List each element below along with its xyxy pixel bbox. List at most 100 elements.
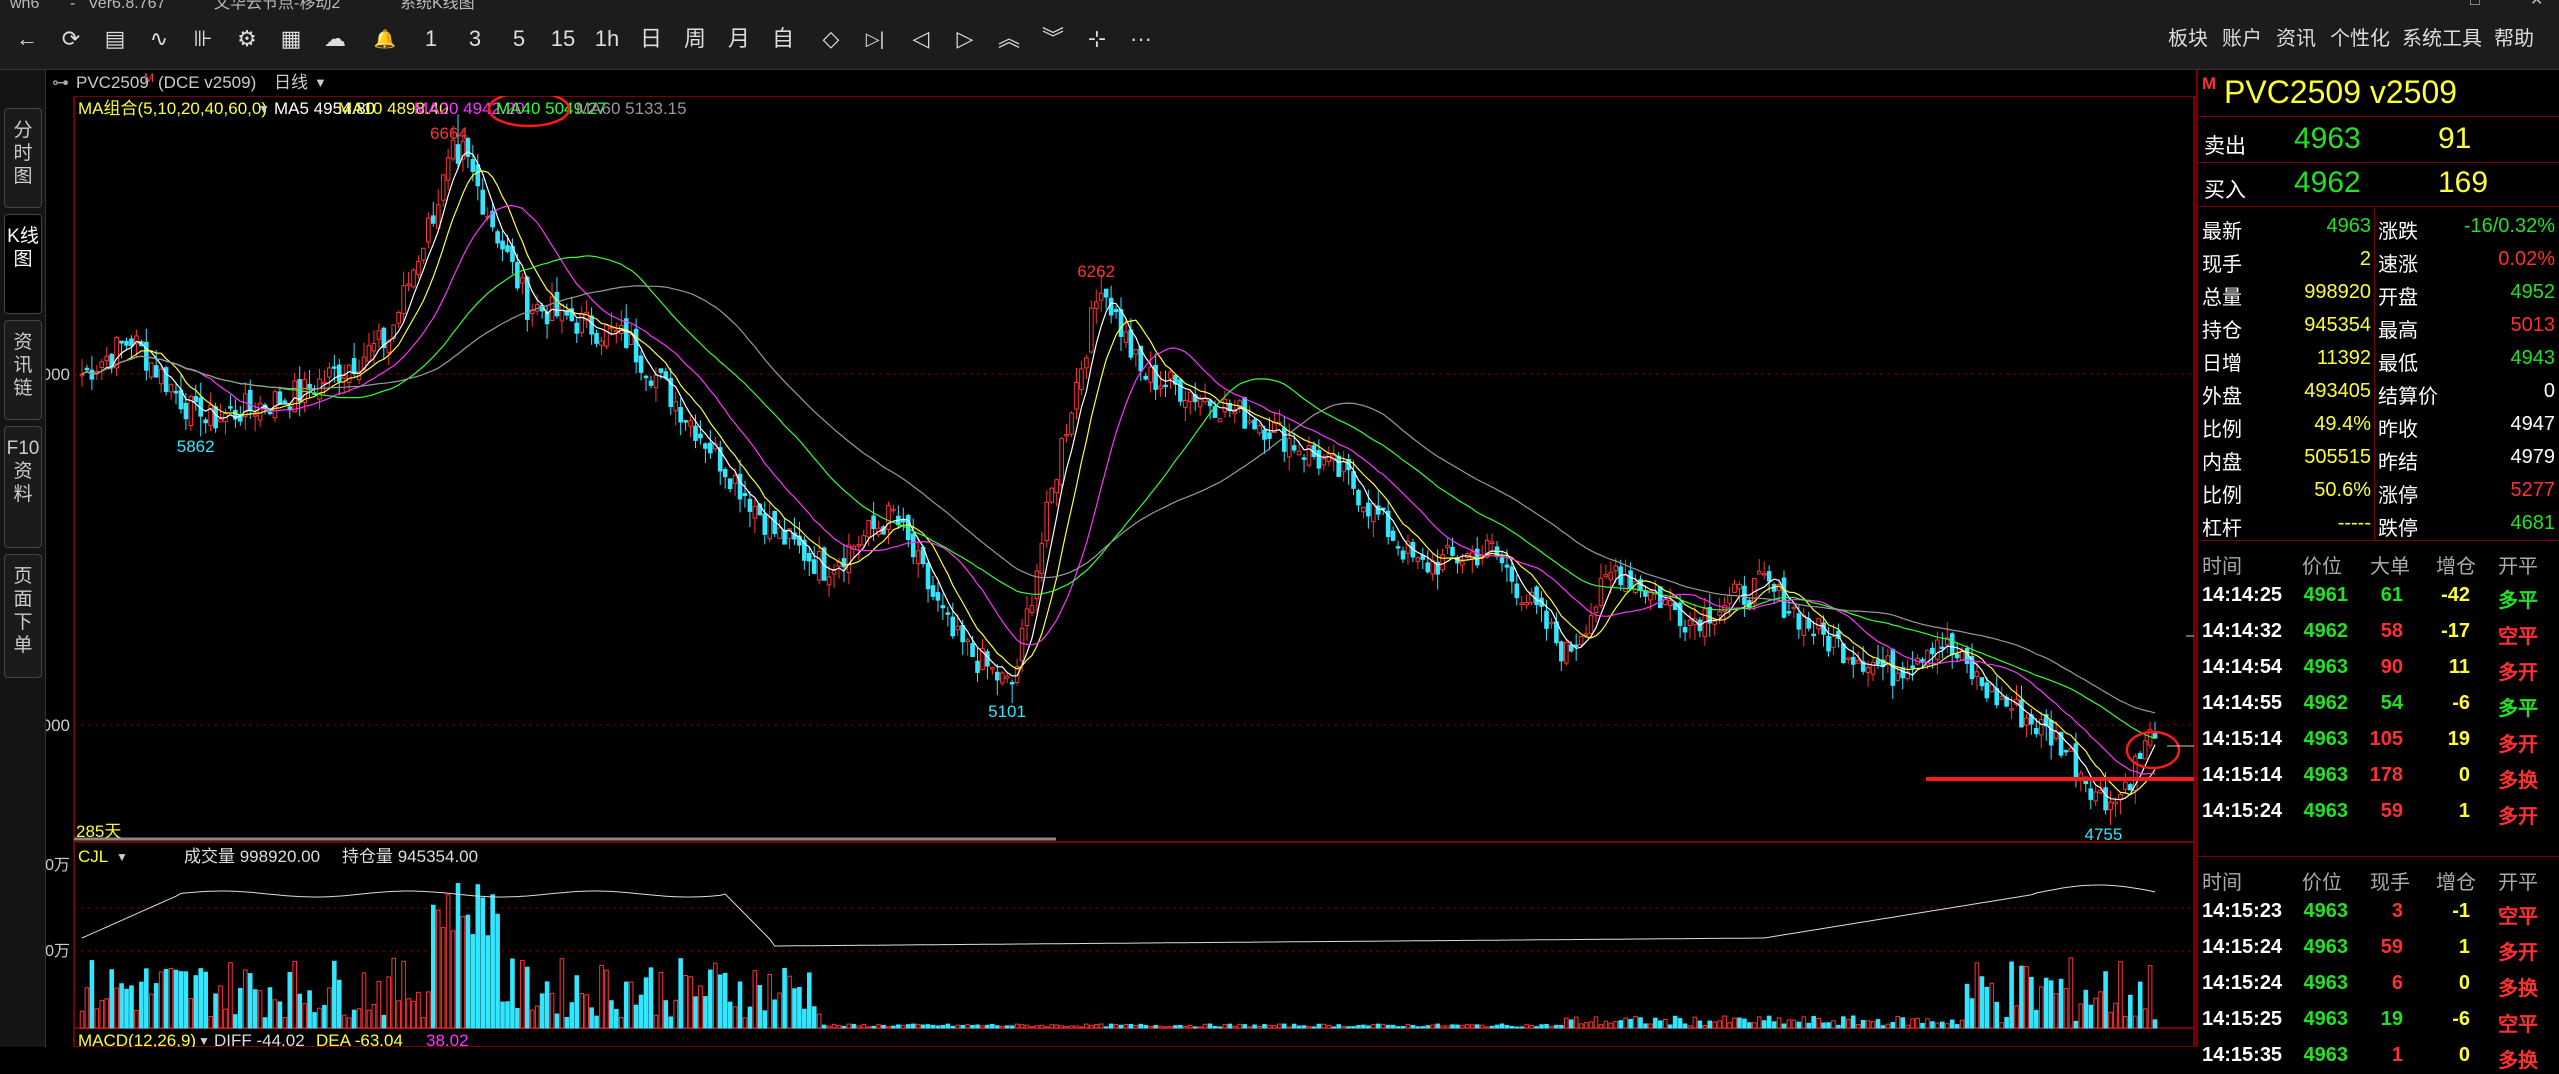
volume-bar (623, 981, 629, 1029)
menu-news[interactable]: 资讯 (2276, 22, 2316, 56)
candle-body (1563, 642, 1569, 664)
period-custom[interactable]: 自 (766, 22, 800, 56)
refresh-icon[interactable]: ⟳ (54, 22, 88, 56)
zoom-out-icon[interactable]: ︾ (1036, 22, 1070, 56)
period-month[interactable]: 月 (722, 22, 756, 56)
menu-account[interactable]: 账户 (2222, 22, 2262, 56)
menu-sector[interactable]: 板块 (2168, 22, 2208, 56)
divider (2198, 206, 2559, 207)
zoom-in-icon[interactable]: ︽ (992, 22, 1026, 56)
volume-bar (1692, 1016, 1698, 1029)
candle-body (1281, 427, 1287, 452)
volume-bar (2118, 961, 2123, 1029)
period-1h[interactable]: 1h (590, 22, 624, 56)
tab-time-chart[interactable]: 分时图 (4, 108, 42, 208)
tick-volume: 58 (2380, 620, 2403, 642)
candle-body (688, 420, 693, 427)
tab-order-page[interactable]: 页面下单 (4, 554, 42, 678)
maximize-icon[interactable]: □ (2470, 0, 2480, 9)
menu-personalize[interactable]: 个性化 (2330, 22, 2390, 56)
candle-icon[interactable]: ⊪ (186, 22, 220, 56)
candle-body (727, 478, 733, 489)
period-selector[interactable]: 日线 (274, 70, 308, 96)
volume-bar (1776, 1017, 1782, 1029)
candle-body (1568, 644, 1574, 652)
volume-bar (406, 998, 411, 1029)
tick-open-close: 多换 (2498, 978, 2538, 1000)
close-icon[interactable]: ✕ (2530, 0, 2543, 9)
candle-body (292, 380, 298, 413)
step-right-icon[interactable]: ▷| (858, 22, 892, 56)
period-5min[interactable]: 5 (502, 22, 536, 56)
volume-bar (1865, 1020, 1871, 1029)
volume-bar (1529, 1025, 1534, 1029)
list-icon[interactable]: ▤ (98, 22, 132, 56)
candle-body (1722, 604, 1727, 613)
arrow-right-icon[interactable]: ▷ (948, 22, 982, 56)
kline-chart[interactable]: 60005000MA组合(5,10,20,40,60,0)▼MA5 4954.8… (27, 90, 2196, 1050)
tab-kline-chart[interactable]: K线图 (4, 214, 42, 314)
arrow-left-icon[interactable]: ◁ (904, 22, 938, 56)
crosshair-icon[interactable]: ⊹ (1080, 22, 1114, 56)
trend-icon[interactable]: ∿ (142, 22, 176, 56)
period-1min[interactable]: 1 (414, 22, 448, 56)
candle-body (2142, 740, 2148, 760)
volume-bar (995, 1025, 1000, 1029)
back-icon[interactable]: ← (10, 22, 44, 56)
tick-oi-change: 1 (2458, 936, 2470, 958)
bell-icon[interactable]: 🔔 (368, 22, 402, 56)
candle-body (861, 535, 867, 546)
volume-bar (1544, 1023, 1549, 1029)
volume-bar (1662, 1019, 1668, 1029)
chart-area[interactable]: 60005000MA组合(5,10,20,40,60,0)▼MA5 4954.8… (27, 90, 2196, 1050)
chevron-down-icon[interactable]: ▼ (314, 70, 327, 96)
link-icon[interactable]: ⊶ (52, 70, 69, 96)
diamond-icon[interactable]: ◇ (814, 22, 848, 56)
tick-column-header: 开平 (2498, 556, 2538, 578)
volume-bar (173, 969, 179, 1029)
menu-system-tools[interactable]: 系统工具 (2402, 22, 2482, 56)
tick-open-close: 多平 (2498, 590, 2538, 612)
candle-body (1593, 606, 1599, 613)
volume-bar (2098, 991, 2103, 1029)
quote-stat-row: 外盘 493405 结算价 0 (2198, 375, 2559, 408)
volume-bar (1935, 1022, 1940, 1029)
period-15min[interactable]: 15 (546, 22, 580, 56)
window-title: 系统K线图 (400, 0, 475, 12)
volume-bar (1479, 1024, 1485, 1029)
candle-body (589, 315, 594, 335)
volume-bar (1732, 1017, 1737, 1029)
menu-help[interactable]: 帮助 (2494, 22, 2534, 56)
volume-bar (1747, 1022, 1752, 1029)
volume-bar (762, 1010, 768, 1029)
period-3min[interactable]: 3 (458, 22, 492, 56)
candle-body (1598, 577, 1604, 606)
volume-bar (198, 968, 204, 1029)
volume-bar (1598, 1024, 1604, 1029)
bid-label: 买入 (2204, 179, 2246, 202)
period-week[interactable]: 周 (678, 22, 712, 56)
candle-body (1910, 665, 1915, 669)
volume-bar (1855, 1024, 1861, 1029)
tick-column-header: 增仓 (2436, 556, 2476, 578)
volume-bar (965, 1024, 970, 1029)
tab-f10[interactable]: F10资料 (4, 426, 42, 548)
volume-bar (1014, 1023, 1020, 1029)
candle-body (1187, 391, 1193, 402)
calculator-icon[interactable]: ▦ (274, 22, 308, 56)
tick-price: 4963 (2303, 1044, 2349, 1066)
volume-bar (277, 1001, 283, 1029)
tick-row: 14:14:25 4961 61 -42 多平 (2198, 578, 2559, 614)
bid-row[interactable]: 买入 4962 169 (2198, 164, 2559, 204)
tick-volume: 6 (2391, 972, 2403, 994)
stat-label: 涨跌 (2378, 221, 2418, 243)
period-day[interactable]: 日 (634, 22, 668, 56)
ask-row[interactable]: 卖出 4963 91 (2198, 120, 2559, 160)
strategy-icon[interactable]: ⚙ (230, 22, 264, 56)
tab-news-chain[interactable]: 资讯链 (4, 320, 42, 420)
volume-bar (401, 960, 406, 1029)
cloud-icon[interactable]: ☁ (318, 22, 352, 56)
candle-body (282, 400, 288, 403)
volume-bar (1301, 1025, 1307, 1029)
more-icon[interactable]: ··· (1124, 22, 1158, 56)
